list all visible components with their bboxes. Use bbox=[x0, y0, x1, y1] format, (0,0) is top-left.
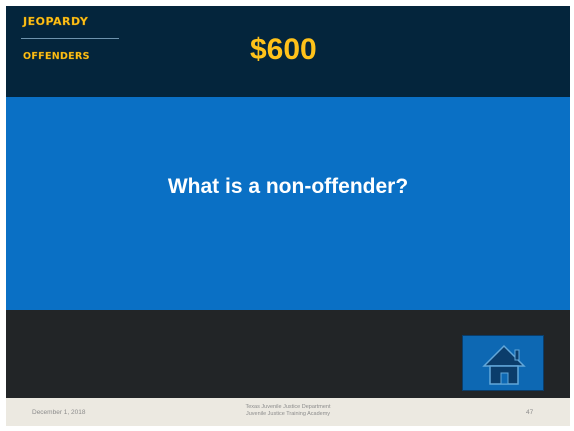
page-number: 47 bbox=[526, 409, 534, 416]
category-title: Offenders bbox=[23, 51, 90, 62]
footer-date: December 1, 2018 bbox=[32, 409, 86, 416]
title-divider bbox=[21, 38, 119, 39]
footer-organization: Texas Juvenile Justice Department Juveni… bbox=[188, 404, 388, 418]
home-button[interactable] bbox=[462, 335, 544, 391]
footer-organization-line-2: Juvenile Justice Training Academy bbox=[245, 411, 331, 417]
footer: December 1, 2018 Texas Juvenile Justice … bbox=[6, 398, 570, 426]
home-icon bbox=[482, 344, 526, 385]
answer-panel: What is a non-offender? bbox=[6, 97, 570, 310]
answer-text: What is a non-offender? bbox=[167, 175, 409, 198]
footer-organization-line-1: Texas Juvenile Justice Department bbox=[245, 404, 331, 410]
header-band: Jeopardy Offenders $600 bbox=[6, 6, 570, 97]
point-value: $600 bbox=[250, 33, 317, 66]
game-title: Jeopardy bbox=[23, 15, 89, 28]
slide: Jeopardy Offenders $600 What is a non-of… bbox=[6, 6, 570, 426]
